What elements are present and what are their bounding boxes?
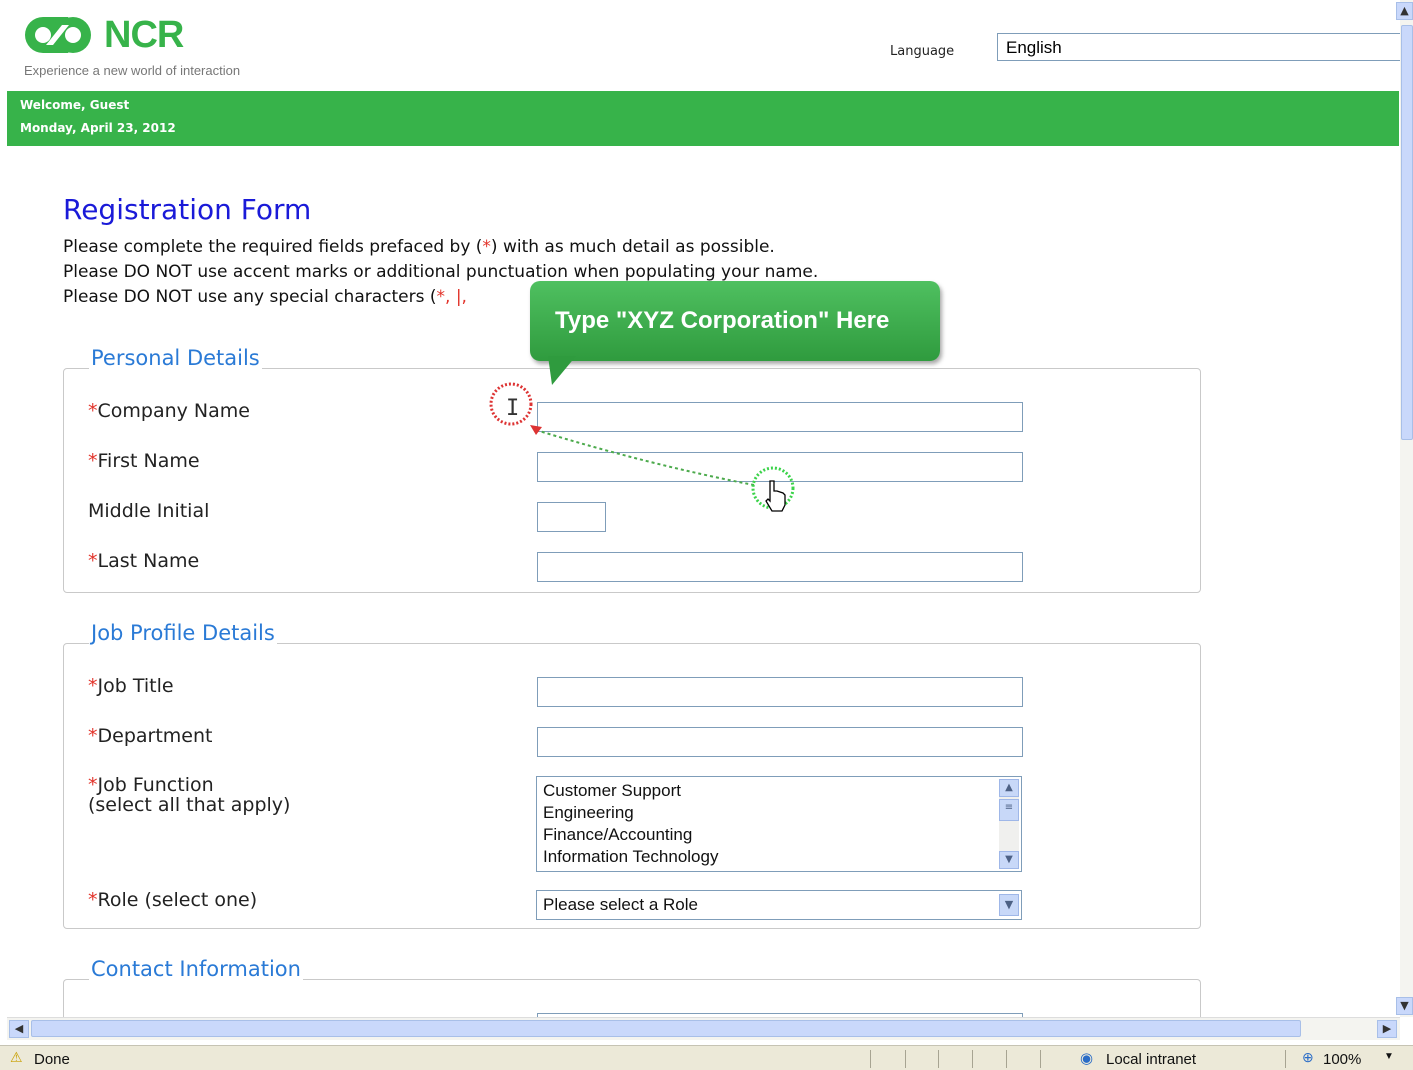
job-profile-legend: Job Profile Details <box>89 621 277 645</box>
scroll-right-icon[interactable]: ▶ <box>1377 1020 1397 1038</box>
first-name-label: *First Name <box>88 450 200 472</box>
middle-initial-label: Middle Initial <box>88 500 210 522</box>
instruction-callout: Type "XYZ Corporation" Here <box>530 281 940 361</box>
required-mark: * <box>88 450 98 472</box>
required-mark: * <box>88 550 98 572</box>
zone-text: Local intranet <box>1106 1051 1197 1068</box>
language-value: English <box>1006 38 1062 57</box>
job-title-label: *Job Title <box>88 675 174 697</box>
callout-text: Type "XYZ Corporation" Here <box>555 307 890 334</box>
status-text: Done <box>34 1051 70 1068</box>
intro-line-3-chars: *, |, <box>436 287 467 307</box>
intro-line-1-b: ) with as much detail as possible. <box>490 237 775 257</box>
page-vertical-scrollbar[interactable]: ▲ ▼ <box>1396 0 1413 1017</box>
warning-icon: ⚠ <box>10 1049 23 1065</box>
page-scroll-down-icon[interactable]: ▼ <box>1396 997 1413 1015</box>
page-scroll-up-icon[interactable]: ▲ <box>1396 2 1413 20</box>
intro-line-1-a: Please complete the required fields pref… <box>63 237 483 257</box>
chevron-down-icon[interactable]: ▼ <box>999 894 1019 916</box>
company-name-text: Company Name <box>97 400 250 422</box>
role-label: *Role (select one) <box>88 889 257 911</box>
intro-line-3: Please DO NOT use any special characters… <box>63 287 467 307</box>
status-bar: ⚠ Done ◉ Local intranet ⊕ 100% ▼ <box>0 1045 1413 1070</box>
contact-info-legend: Contact Information <box>89 957 303 981</box>
required-mark: * <box>88 725 98 747</box>
required-mark: * <box>88 400 98 422</box>
required-mark: * <box>88 889 98 911</box>
required-mark: * <box>88 675 98 697</box>
first-name-text: First Name <box>97 450 200 472</box>
scroll-down-icon[interactable]: ▼ <box>999 851 1019 869</box>
scroll-up-icon[interactable]: ▲ <box>999 779 1019 797</box>
job-function-hint: (select all that apply) <box>88 794 291 816</box>
arrow-head-icon <box>530 425 542 435</box>
required-mark: * <box>88 774 98 796</box>
job-function-option[interactable]: Customer Support <box>543 781 681 801</box>
job-function-text: Job Function <box>97 774 214 796</box>
company-name-label: *Company Name <box>88 400 250 422</box>
horizontal-scroll-thumb[interactable] <box>31 1020 1301 1037</box>
welcome-text: Welcome, Guest <box>20 98 130 112</box>
chevron-down-icon[interactable]: ▼ <box>1384 1051 1394 1062</box>
intro-line-3-a: Please DO NOT use any special characters… <box>63 287 437 307</box>
tagline: Experience a new world of interaction <box>24 63 241 78</box>
role-select[interactable]: Please select a Role ▼ <box>536 890 1022 920</box>
last-name-input[interactable] <box>537 552 1023 582</box>
date-text: Monday, April 23, 2012 <box>20 121 176 135</box>
intro-line-2: Please DO NOT use accent marks or additi… <box>63 262 819 282</box>
page-title: Registration Form <box>63 193 312 226</box>
job-function-option[interactable]: Engineering <box>543 803 634 823</box>
job-title-input[interactable] <box>537 677 1023 707</box>
hand-cursor-icon <box>765 480 786 512</box>
last-name-text: Last Name <box>97 550 200 572</box>
drag-path <box>535 429 755 486</box>
language-select[interactable]: English <box>997 33 1407 61</box>
language-label: Language <box>890 44 955 59</box>
listbox-scrollbar[interactable]: ▲ ≡ ▼ <box>999 779 1019 869</box>
personal-details-legend: Personal Details <box>89 346 262 370</box>
department-text: Department <box>97 725 213 747</box>
job-function-option[interactable]: Information Technology <box>543 847 718 867</box>
page-scroll-thumb[interactable] <box>1401 25 1413 440</box>
page-horizontal-scrollbar[interactable]: ◀ ▶ <box>7 1017 1400 1040</box>
role-select-value: Please select a Role <box>543 895 698 914</box>
text-cursor-icon: I <box>506 396 519 421</box>
scroll-left-icon[interactable]: ◀ <box>9 1020 29 1038</box>
zoom-icon: ⊕ <box>1302 1049 1314 1065</box>
intro-line-1-star: * <box>482 237 491 257</box>
department-input[interactable] <box>537 727 1023 757</box>
logo-text: NCR <box>104 14 184 56</box>
job-function-option[interactable]: Finance/Accounting <box>543 825 692 845</box>
globe-icon: ◉ <box>1080 1050 1094 1067</box>
department-label: *Department <box>88 725 212 747</box>
role-text: Role (select one) <box>97 889 258 911</box>
zoom-level[interactable]: 100% <box>1323 1051 1361 1068</box>
ncr-logo-icon <box>25 17 91 53</box>
job-function-label: *Job Function (select all that apply) <box>88 775 290 815</box>
scroll-thumb[interactable]: ≡ <box>999 799 1019 821</box>
intro-line-1: Please complete the required fields pref… <box>63 237 775 257</box>
tutorial-overlay: I <box>489 382 795 512</box>
welcome-bar: Welcome, Guest Monday, April 23, 2012 <box>7 91 1399 146</box>
ncr-logo: NCR Experience a new world of interactio… <box>20 8 420 86</box>
job-title-text: Job Title <box>97 675 174 697</box>
last-name-label: *Last Name <box>88 550 199 572</box>
job-function-listbox[interactable]: Customer Support Engineering Finance/Acc… <box>536 776 1022 872</box>
